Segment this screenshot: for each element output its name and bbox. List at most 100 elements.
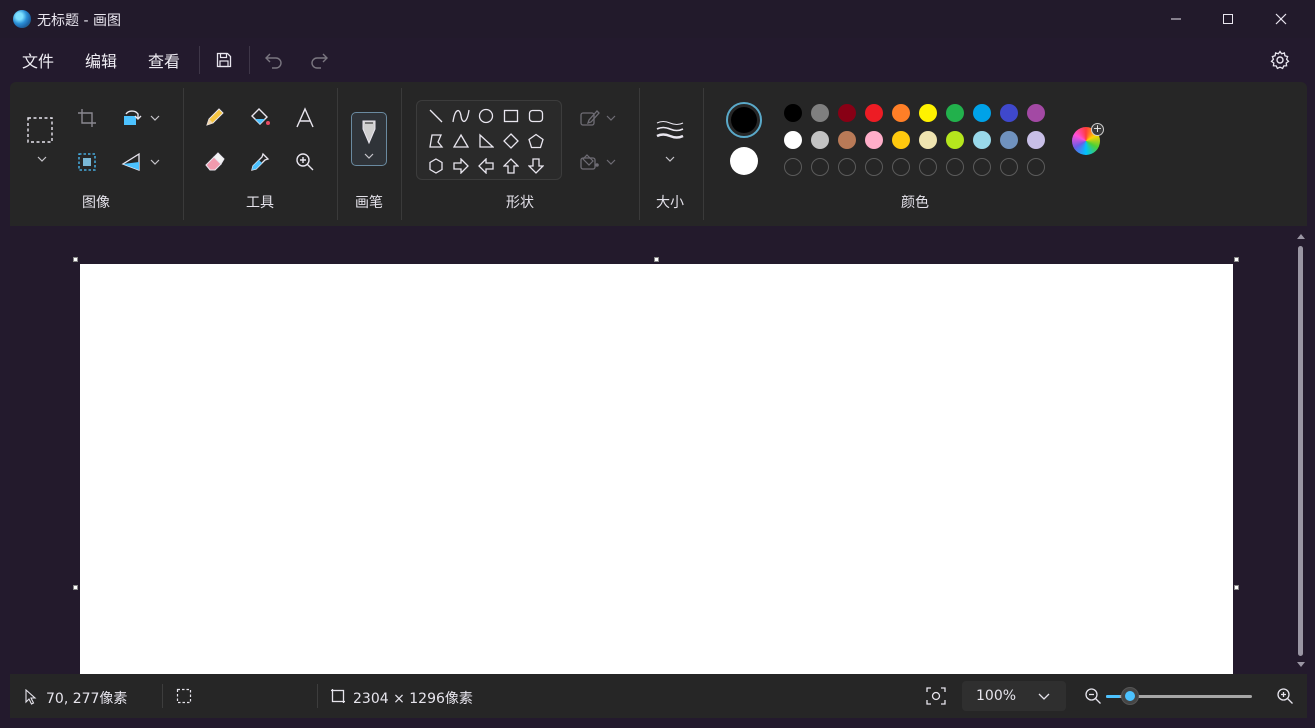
custom-color-slot[interactable] (973, 158, 991, 176)
shape-rectangle[interactable] (500, 105, 522, 127)
palette-swatch[interactable] (1000, 131, 1018, 149)
settings-button[interactable] (1266, 46, 1294, 74)
text-tool-button[interactable] (289, 102, 321, 134)
shape-line[interactable] (425, 105, 447, 127)
zoom-slider-thumb[interactable] (1121, 687, 1139, 705)
edit-colors-button[interactable]: + (1072, 123, 1104, 155)
vertical-scrollbar[interactable] (1295, 232, 1307, 672)
custom-color-slot[interactable] (838, 158, 856, 176)
menu-view[interactable]: 查看 (148, 48, 180, 72)
drawing-canvas[interactable] (80, 264, 1233, 674)
resize-handle-top[interactable] (654, 257, 659, 262)
zoom-out-button[interactable] (1084, 687, 1102, 705)
custom-color-slot[interactable] (1000, 158, 1018, 176)
custom-color-slot[interactable] (784, 158, 802, 176)
menu-file[interactable]: 文件 (22, 48, 54, 72)
palette-swatch[interactable] (946, 131, 964, 149)
rotate-dropdown-caret[interactable] (150, 113, 160, 123)
custom-color-slot[interactable] (919, 158, 937, 176)
group-label-shapes: 形状 (506, 195, 534, 211)
palette-swatch[interactable] (973, 131, 991, 149)
save-button[interactable] (210, 46, 238, 74)
shape-down-arrow[interactable] (525, 155, 547, 177)
palette-swatch[interactable] (919, 131, 937, 149)
palette-swatch[interactable] (1027, 104, 1045, 122)
crop-button[interactable] (71, 102, 103, 134)
size-dropdown-caret[interactable] (665, 154, 675, 164)
palette-swatch[interactable] (919, 104, 937, 122)
palette-swatch[interactable] (1027, 131, 1045, 149)
fill-tool-button[interactable] (244, 102, 276, 134)
select-dropdown-caret[interactable] (37, 154, 47, 164)
palette-swatch[interactable] (1000, 104, 1018, 122)
minimize-button[interactable] (1150, 0, 1202, 38)
resize-handle-top-left[interactable] (73, 257, 78, 262)
shape-oval[interactable] (475, 105, 497, 127)
palette-swatch[interactable] (892, 104, 910, 122)
custom-color-slot[interactable] (946, 158, 964, 176)
palette-swatch[interactable] (892, 131, 910, 149)
secondary-color-selector[interactable] (730, 147, 758, 175)
shape-diamond[interactable] (500, 130, 522, 152)
redo-button[interactable] (305, 46, 333, 74)
fill-dropdown-caret[interactable] (606, 157, 616, 167)
shape-pentagon[interactable] (525, 130, 547, 152)
palette-swatch[interactable] (811, 104, 829, 122)
palette-swatch[interactable] (946, 104, 964, 122)
shape-right-arrow[interactable] (450, 155, 472, 177)
shape-fill-button[interactable] (574, 146, 606, 178)
flip-dropdown-caret[interactable] (150, 157, 160, 167)
selection-size-icon (176, 688, 192, 704)
shape-outline-button[interactable] (574, 102, 606, 134)
menu-edit[interactable]: 编辑 (85, 48, 117, 72)
undo-button[interactable] (260, 46, 288, 74)
fit-to-window-button[interactable] (926, 687, 946, 705)
scroll-down-icon[interactable] (1296, 661, 1306, 669)
resize-button[interactable] (71, 146, 103, 178)
custom-color-slot[interactable] (1027, 158, 1045, 176)
brush-button[interactable] (351, 112, 387, 166)
resize-handle-top-right[interactable] (1234, 257, 1239, 262)
custom-color-slot[interactable] (865, 158, 883, 176)
outline-dropdown-caret[interactable] (606, 113, 616, 123)
group-divider (703, 88, 704, 220)
shape-hexagon[interactable] (425, 155, 447, 177)
scrollbar-thumb[interactable] (1298, 246, 1303, 656)
resize-handle-left[interactable] (73, 585, 78, 590)
resize-handle-right[interactable] (1234, 585, 1239, 590)
custom-color-slot[interactable] (811, 158, 829, 176)
palette-swatch[interactable] (865, 104, 883, 122)
close-button[interactable] (1255, 0, 1307, 38)
stroke-size-button[interactable] (654, 114, 686, 146)
shape-up-arrow[interactable] (500, 155, 522, 177)
shape-right-triangle[interactable] (475, 130, 497, 152)
flip-button[interactable] (116, 146, 148, 178)
select-tool-button[interactable] (24, 114, 56, 146)
shape-polygon[interactable] (425, 130, 447, 152)
palette-swatch[interactable] (784, 104, 802, 122)
zoom-dropdown[interactable]: 100% (962, 681, 1066, 711)
curve-icon (452, 109, 470, 123)
palette-swatch[interactable] (838, 131, 856, 149)
magnifier-tool-button[interactable] (289, 146, 321, 178)
shape-left-arrow[interactable] (475, 155, 497, 177)
maximize-button[interactable] (1202, 0, 1254, 38)
shape-triangle[interactable] (450, 130, 472, 152)
minimize-icon (1171, 18, 1181, 20)
eraser-tool-button[interactable] (198, 146, 230, 178)
color-picker-tool-button[interactable] (244, 146, 276, 178)
shape-curve[interactable] (450, 105, 472, 127)
pencil-tool-button[interactable] (198, 102, 230, 134)
palette-swatch[interactable] (838, 104, 856, 122)
custom-color-slot[interactable] (892, 158, 910, 176)
palette-swatch[interactable] (784, 131, 802, 149)
palette-swatch[interactable] (865, 131, 883, 149)
palette-swatch[interactable] (811, 131, 829, 149)
primary-color-selector[interactable] (726, 102, 762, 138)
zoom-in-button[interactable] (1276, 687, 1294, 705)
scroll-up-icon[interactable] (1296, 232, 1306, 240)
shape-rounded-rectangle[interactable] (525, 105, 547, 127)
palette-swatch[interactable] (973, 104, 991, 122)
rotate-button[interactable] (116, 102, 148, 134)
plus-icon: + (1091, 122, 1104, 136)
